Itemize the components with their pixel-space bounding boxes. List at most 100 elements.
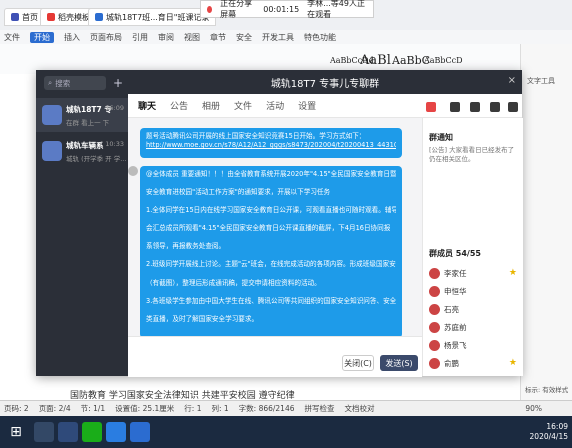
search-placeholder: 搜索 [55,78,71,88]
style-preset[interactable]: AaBbCcD [424,48,463,72]
status-words[interactable]: 字数: 866/2146 [239,403,295,414]
send-button[interactable]: 发送(S) [380,355,418,371]
start-icon[interactable]: ⊞ [6,422,26,442]
ribbon-menu-item[interactable]: 章节 [210,32,226,43]
avatar [429,339,440,351]
member-row[interactable]: 俞鹏 ★ [429,356,517,370]
system-clock[interactable]: 16:09 2020/4/15 [530,422,568,442]
group-notice-title: 群通知 [429,133,453,142]
member-name: 杨景飞 [444,340,467,350]
status-doc-check[interactable]: 文档校对 [345,403,375,414]
qq-icon[interactable] [106,422,126,442]
ribbon-menu-item[interactable]: 文件 [4,32,20,43]
avatar [429,267,440,279]
message-2-text: @全体成员 重要通知！！！由全省教育系统开展2020年"4.15"全民国家安全教… [146,170,396,324]
zoom-level[interactable]: 90% [525,404,542,413]
chat-tab[interactable]: 公告 [170,99,188,112]
wps-icon[interactable] [130,422,150,442]
share-viewers[interactable]: 李林...等49人正在观看 [307,0,367,20]
tab-icon [95,13,103,21]
message-line: 3.各班级学生参加由中国大学生在线、腾讯公司等共同组织的国家安全知识问答、安全教… [146,296,396,305]
ribbon-menu-item[interactable]: 特色功能 [304,32,336,43]
star-icon: ★ [508,268,517,278]
add-icon[interactable]: + [112,76,124,90]
avatar[interactable] [128,166,138,176]
tab-label: 城轨18T7班...育日"班课记录 [106,12,210,22]
message-line: 安全教育进校园"活动工作方案"的通知要求，开展以下学习任务 [146,188,331,197]
member-row[interactable]: 李家任 ★ [429,266,517,280]
video-icon[interactable] [450,102,460,112]
member-row[interactable]: 苏庭前 [429,320,517,334]
wechat-icon[interactable] [82,422,102,442]
member-row[interactable]: 石亮 [429,302,517,316]
close-button[interactable]: 关闭(C) [342,355,374,371]
status-col: 列: 1 [211,404,229,413]
group-side-panel: 群通知 [公告] 大家看看日已经发布了 仍在相关区位。 群成员 54/55 李家… [422,118,523,376]
message-area[interactable]: 题号活动腾讯公司开展的线上国家安全知识竞赛15日开始。学习方式如下： http:/… [128,118,422,336]
conversation-item[interactable]: 城轨18T7 专在群 看上一 下 16:09 [36,98,128,132]
message-line: @全体成员 重要通知！！！由全省教育系统开展2020年"4.15"全民国家安全教… [146,170,396,178]
record-icon [207,5,213,13]
conversation-preview: 在群 看上一 下 [66,118,110,127]
message-line: 题号活动腾讯公司开展的线上国家安全知识竞赛15日开始。学习方式如下： [146,132,366,140]
avatar [429,357,440,369]
member-name: 申恒华 [444,286,467,296]
member-row[interactable]: 申恒华 [429,284,517,298]
group-notice-text[interactable]: [公告] 大家看看日已经发布了 仍在相关区位。 [429,146,517,164]
member-name: 李家任 [444,268,467,278]
status-spell[interactable]: 拼写检查 [305,403,335,414]
group-members-title: 群成员 54/55 [429,249,481,258]
status-section: 节: 1/1 [80,404,106,413]
chat-tab[interactable]: 文件 [234,99,252,112]
browser-tab[interactable]: 城轨18T7班...育日"班课记录 [88,8,217,26]
status-settings: 设置值: 25.1厘米 [115,404,175,413]
style-preset[interactable]: AaBl [360,48,391,72]
conversation-search[interactable]: ⌕ 搜索 [44,76,106,90]
avatar [429,285,440,297]
ribbon-menu-item[interactable]: 审阅 [158,32,174,43]
phone-icon[interactable] [426,102,436,112]
message-icon[interactable] [490,102,500,112]
browser-tab[interactable]: 首页 [4,8,45,26]
avatar [429,303,440,315]
member-name: 石亮 [444,304,459,314]
ribbon-menu-item[interactable]: 安全 [236,32,252,43]
message-line: 系领导，再报教务处查阅。 [146,242,226,251]
input-area[interactable]: 关闭(C) 发送(S) [128,336,422,377]
ribbon-menu-item[interactable]: 页面布局 [90,32,122,43]
ribbon-menu-item[interactable]: 视图 [184,32,200,43]
conversation-preview: 城轨 (开学季 开 学... [66,154,126,163]
share-status: 正在分享屏幕 [220,0,253,19]
close-icon[interactable]: × [508,75,516,86]
task-view-icon[interactable] [58,422,78,442]
tab-label: 稻壳模板 [58,12,90,22]
message-bubble-notice[interactable]: @全体成员 重要通知！！！由全省教育系统开展2020年"4.15"全民国家安全教… [140,166,402,336]
ribbon-menu-item[interactable]: 开始 [30,31,54,43]
chat-tab[interactable]: 设置 [298,99,316,112]
tab-icon [47,13,55,21]
more-icon[interactable] [508,102,518,112]
message-bubble-link[interactable]: 题号活动腾讯公司开展的线上国家安全知识竞赛15日开始。学习方式如下： http:/… [140,128,402,158]
chat-tab[interactable]: 相册 [202,99,220,112]
chat-tab[interactable]: 活动 [266,99,284,112]
status-pages: 页面: 2/4 [38,404,71,413]
avatar [42,141,62,161]
ribbon-menu-item[interactable]: 引用 [132,32,148,43]
message-line: 1.全体同学在15日内在线学习国家安全教育日公开课，可观看直播也可随时观看。辅导… [146,206,396,215]
ribbon-menu: 文件 开始 插入 页面布局 引用 审阅 视图 章节 安全 开发工具 特色功能 [0,30,572,44]
right-side-panel: 文字工具 标示: 有效样式 [520,44,572,400]
ribbon-menu-item[interactable]: 插入 [64,32,80,43]
search-icon[interactable] [34,422,54,442]
text-tools-label[interactable]: 文字工具 [527,76,555,86]
message-line: 类直播，及时了解国家安全学习要求。 [146,314,259,323]
conversation-sidebar: ⌕ 搜索 + 城轨18T7 专在群 看上一 下 16:09 城轨车辆系 城轨 (开学季… [36,70,128,376]
screen-share-icon[interactable] [470,102,480,112]
clock-time: 16:09 [546,422,568,431]
ribbon-menu-item[interactable]: 开发工具 [262,32,294,43]
conversation-item[interactable]: 城轨车辆系 城轨 (开学季 开 学... 10:33 [36,134,128,168]
status-page: 页码: 2 [4,404,29,413]
screen-share-bar[interactable]: 正在分享屏幕 00:01:15 李林...等49人正在观看 [200,0,374,20]
chat-tab[interactable]: 聊天 [138,99,156,112]
member-row[interactable]: 杨景飞 [429,338,517,352]
chat-title-bar: 城轨18T7 专事儿专聊群 × [128,70,522,94]
